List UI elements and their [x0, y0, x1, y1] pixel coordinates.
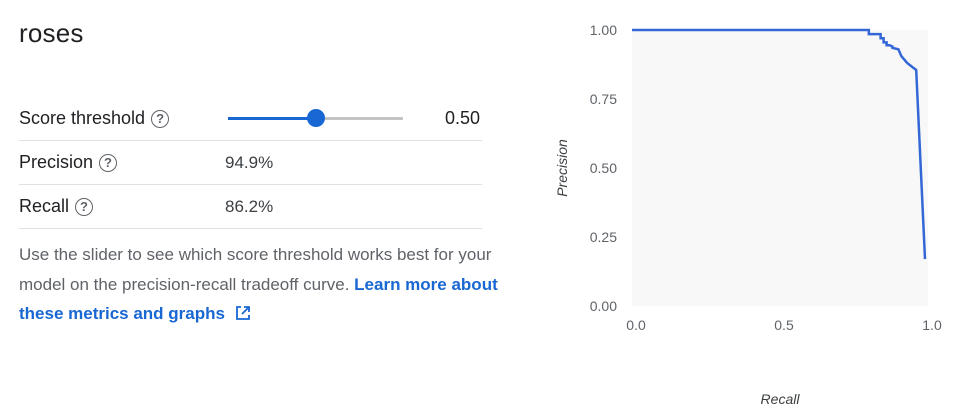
x-axis-ticks: 0.0 0.5 1.0: [626, 317, 942, 333]
x-tick-label: 1.0: [922, 317, 942, 333]
y-tick-label: 0.25: [590, 229, 617, 245]
y-axis-label: Precision: [554, 139, 570, 197]
x-tick-label: 0.0: [626, 317, 646, 333]
x-axis-label: Recall: [761, 391, 801, 407]
x-tick-label: 0.5: [774, 317, 794, 333]
y-tick-label: 0.75: [590, 91, 617, 107]
y-axis-ticks: 0.00 0.25 0.50 0.75 1.00: [590, 22, 617, 314]
plot-area: [632, 30, 928, 306]
y-tick-label: 1.00: [590, 22, 617, 38]
y-tick-label: 0.50: [590, 160, 617, 176]
y-tick-label: 0.00: [590, 298, 617, 314]
precision-recall-chart: 0.00 0.25 0.50 0.75 1.00 0.0 0.5 1.0 Precision…: [554, 22, 942, 407]
